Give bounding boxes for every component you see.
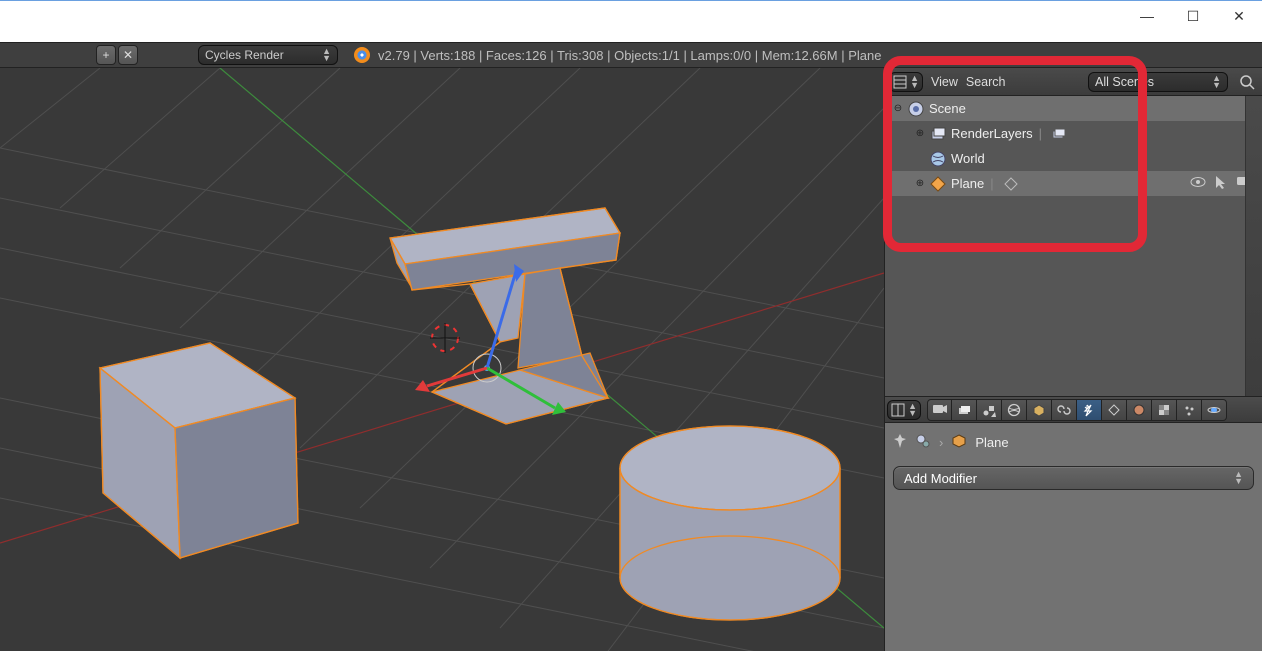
- scene-stats-text: v2.79 | Verts:188 | Faces:126 | Tris:308…: [378, 48, 881, 63]
- updown-icon: ▲▼: [910, 75, 919, 89]
- renderable-camera-icon[interactable]: [1236, 174, 1254, 193]
- scene-icon: [905, 98, 927, 120]
- properties-header: ▲▼: [885, 397, 1262, 423]
- close-icon: ✕: [123, 48, 133, 62]
- editor-type-dropdown[interactable]: ▲▼: [889, 72, 923, 92]
- properties-editor: ▲▼: [885, 396, 1262, 651]
- tab-object[interactable]: [1027, 399, 1052, 421]
- updown-icon: ▲▼: [1234, 471, 1243, 485]
- tab-physics[interactable]: [1202, 399, 1227, 421]
- mesh-cylinder: [620, 426, 840, 620]
- mesh-cube: [100, 343, 298, 558]
- scene-link-icon[interactable]: [915, 433, 931, 452]
- updown-icon: ▲▼: [1212, 75, 1221, 89]
- tab-object-data[interactable]: [1102, 399, 1127, 421]
- window-minimize-button[interactable]: —: [1124, 1, 1170, 31]
- tab-modifiers[interactable]: [1077, 399, 1102, 421]
- 3d-cursor-icon: [430, 323, 460, 353]
- outliner-item-scene[interactable]: ⊖ Scene: [885, 96, 1262, 121]
- outliner-item-label: Plane: [951, 176, 984, 191]
- outliner-item-label: World: [951, 151, 985, 166]
- updown-icon: ▲▼: [322, 48, 331, 62]
- tab-constraints[interactable]: [1052, 399, 1077, 421]
- renderlayer-data-icon: [1048, 123, 1070, 145]
- properties-icon: [891, 403, 905, 417]
- tab-scene[interactable]: [977, 399, 1002, 421]
- mesh-data-icon: [1000, 173, 1022, 195]
- add-modifier-label: Add Modifier: [904, 471, 977, 486]
- tab-texture[interactable]: [1152, 399, 1177, 421]
- 3d-viewport-canvas: [0, 68, 884, 651]
- render-engine-dropdown[interactable]: Cycles Render ▲▼: [198, 45, 338, 65]
- mesh-anvil: [390, 208, 620, 424]
- info-header: + ✕ Cycles Render ▲▼ v2.79 | Verts:188 |…: [0, 42, 1262, 68]
- delete-screen-button[interactable]: ✕: [118, 45, 138, 65]
- mesh-object-icon: [951, 433, 967, 452]
- tab-render-layers[interactable]: [952, 399, 977, 421]
- selectable-cursor-icon[interactable]: [1214, 174, 1228, 193]
- expand-icon[interactable]: ⊕: [913, 128, 927, 139]
- outliner-tree[interactable]: ⊖ Scene ⊕ RenderLayers |: [885, 96, 1262, 396]
- properties-context-tabs: [927, 399, 1227, 421]
- 3d-viewport[interactable]: [0, 68, 884, 651]
- breadcrumb-object-name: Plane: [975, 435, 1008, 450]
- updown-icon: ▲▼: [908, 403, 917, 417]
- pin-icon[interactable]: [893, 433, 907, 452]
- collapse-icon[interactable]: ⊖: [891, 103, 905, 114]
- tab-render[interactable]: [927, 399, 952, 421]
- blender-logo-icon: [354, 47, 370, 63]
- properties-breadcrumb: › Plane: [893, 433, 1254, 452]
- outliner-item-world[interactable]: World: [885, 146, 1262, 171]
- outliner-icon: [893, 75, 907, 89]
- outliner-menu-search[interactable]: Search: [966, 75, 1006, 89]
- outliner-item-label: Scene: [929, 101, 966, 116]
- outliner-menu-view[interactable]: View: [931, 75, 958, 89]
- visibility-eye-icon[interactable]: [1190, 174, 1206, 193]
- tab-particles[interactable]: [1177, 399, 1202, 421]
- outliner-display-mode-dropdown[interactable]: All Scenes ▲▼: [1088, 72, 1228, 92]
- renderlayers-icon: [927, 123, 949, 145]
- render-engine-label: Cycles Render: [205, 48, 284, 62]
- window-close-button[interactable]: ✕: [1216, 1, 1262, 31]
- expand-icon[interactable]: ⊕: [913, 178, 927, 189]
- scene-stats: v2.79 | Verts:188 | Faces:126 | Tris:308…: [354, 47, 881, 63]
- outliner-header: ▲▼ View Search All Scenes ▲▼: [885, 68, 1262, 96]
- search-icon[interactable]: [1236, 71, 1258, 93]
- add-screen-button[interactable]: +: [96, 45, 116, 65]
- outliner-item-plane[interactable]: ⊕ Plane |: [885, 171, 1262, 196]
- tab-material[interactable]: [1127, 399, 1152, 421]
- outliner-item-label: RenderLayers: [951, 126, 1033, 141]
- window-titlebar: — ☐ ✕: [0, 0, 1262, 42]
- mesh-object-icon: [927, 173, 949, 195]
- window-maximize-button[interactable]: ☐: [1170, 1, 1216, 31]
- world-icon: [927, 148, 949, 170]
- add-modifier-dropdown[interactable]: Add Modifier ▲▼: [893, 466, 1254, 490]
- tab-world[interactable]: [1002, 399, 1027, 421]
- outliner-display-mode-label: All Scenes: [1095, 75, 1154, 89]
- editor-type-dropdown[interactable]: ▲▼: [887, 400, 921, 420]
- outliner-item-renderlayers[interactable]: ⊕ RenderLayers |: [885, 121, 1262, 146]
- plus-icon: +: [102, 48, 109, 62]
